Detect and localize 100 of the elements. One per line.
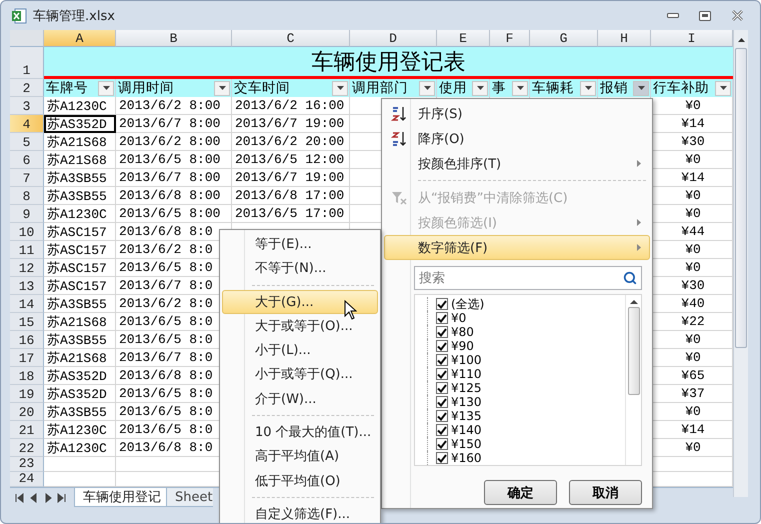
caret-icon [476,86,484,90]
row-header[interactable]: 16 [10,331,44,349]
filter-dropdown-button[interactable] [98,80,114,96]
table-cell: 2013/6/5 12:00 [232,151,350,169]
table-cell: 苏A1230C [44,421,116,439]
menu-item[interactable]: 降序(O) [384,126,650,151]
row-header[interactable]: 9 [10,205,44,223]
row-header[interactable]: 20 [10,403,44,421]
maximize-icon[interactable] [699,10,711,20]
row-header[interactable]: 23 [10,457,44,472]
caret-icon [336,86,344,90]
filter-dropdown-button[interactable] [472,80,488,96]
sheet-title: 车辆使用登记表 [44,47,733,79]
value-label: (全选) [451,296,484,312]
caret-icon [638,86,644,90]
value-label: ¥140 [451,423,482,437]
checkbox[interactable] [436,298,448,310]
row-header[interactable]: 22 [10,439,44,457]
table-cell: 2013/6/8 8:00 [116,187,232,205]
row-header[interactable]: 6 [10,151,44,169]
column-header[interactable]: F [490,30,530,47]
column-header[interactable]: A [44,30,116,47]
column-header[interactable]: E [437,30,490,47]
checkbox[interactable] [436,396,448,408]
checkbox[interactable] [436,410,448,422]
table-cell: 苏A21S68 [44,151,116,169]
checkbox[interactable] [436,354,448,366]
scroll-up-arrow-icon[interactable] [630,299,638,304]
search-field[interactable]: 搜索 [414,266,642,290]
row-header[interactable]: 8 [10,187,44,205]
table-cell: 苏A21S68 [44,313,116,331]
header-label: 交车时间 [234,79,291,97]
row-header[interactable]: 18 [10,367,44,385]
filter-dropdown-button[interactable] [580,80,596,96]
checkbox[interactable] [436,368,448,380]
row-header[interactable]: 2 [10,79,44,97]
row-header[interactable]: 14 [10,295,44,313]
row-header[interactable]: 21 [10,421,44,439]
table-cell: 2013/6/5 17:00 [232,205,350,223]
row-header[interactable]: 24 [10,472,44,487]
table-cell: 苏A3SB55 [44,331,116,349]
filter-dropdown-button[interactable] [214,80,230,96]
table-cell: 2013/6/7 19:00 [232,115,350,133]
sheet-tab[interactable]: Sheet [166,488,213,507]
row-header[interactable]: 5 [10,133,44,151]
menu-item[interactable]: 自定义筛选(F)... [222,502,378,523]
filter-dropdown-button[interactable] [419,80,435,96]
table-cell: 2013/6/5 8:00 [116,205,232,223]
checkbox[interactable] [436,452,448,464]
caret-icon [424,86,430,90]
menu-item[interactable]: 数字筛选(F) [384,235,650,260]
menu-item[interactable]: 升序(S) [384,101,650,126]
dialog-button[interactable]: 确定 [484,480,557,505]
list-scrollbar[interactable] [625,295,641,465]
row-header[interactable]: 17 [10,349,44,367]
row-header[interactable]: 15 [10,313,44,331]
row-header[interactable]: 10 [10,223,44,241]
column-header[interactable]: D [350,30,437,47]
row-header[interactable]: 12 [10,259,44,277]
menu-item[interactable]: 大于(G)... [222,290,378,314]
checkbox[interactable] [436,326,448,338]
column-header[interactable]: I [651,30,733,47]
checkbox[interactable] [436,340,448,352]
vertical-scrollbar[interactable] [733,30,748,497]
table-cell: 2013/6/7 8:00 [116,169,232,187]
row-header[interactable]: 3 [10,97,44,115]
row-header[interactable]: 1 [10,47,44,79]
dialog-button[interactable]: 取消 [569,480,642,505]
checkbox[interactable] [436,312,448,324]
column-header[interactable]: G [530,30,598,47]
row-header[interactable]: 11 [10,241,44,259]
value-label: ¥125 [451,381,482,395]
checkbox[interactable] [436,382,448,394]
filter-dropdown-button[interactable] [512,80,528,96]
checkbox[interactable] [436,438,448,450]
minimize-icon[interactable] [667,12,679,18]
table-cell: 2013/6/8 17:00 [232,187,350,205]
close-icon[interactable] [730,10,744,21]
clear-filter-icon [391,190,407,204]
row-header[interactable]: 4 [10,115,44,133]
table-cell: 苏A1230C [44,205,116,223]
menu-item[interactable]: 按颜色排序(T) [384,151,650,176]
column-header[interactable]: B [116,30,232,47]
table-cell: 苏ASC157 [44,259,116,277]
sort-descending-icon [391,130,407,146]
caret-icon [218,86,226,90]
header-label: 行车补助 [653,79,710,97]
header-label: 调用部门 [352,79,409,97]
row-header[interactable]: 13 [10,277,44,295]
menu-item[interactable]: 低于平均值(O) [222,468,378,493]
row-header[interactable]: 7 [10,169,44,187]
column-header[interactable]: C [232,30,350,47]
row-header[interactable]: 19 [10,385,44,403]
filter-dropdown-button[interactable] [332,80,348,96]
column-header[interactable]: H [598,30,651,47]
header-label: 车牌号 [46,79,89,97]
filter-dropdown-button[interactable] [633,80,649,96]
filter-dropdown-button[interactable] [715,80,731,96]
checkbox[interactable] [436,424,448,436]
table-cell: 苏A21S68 [44,349,116,367]
